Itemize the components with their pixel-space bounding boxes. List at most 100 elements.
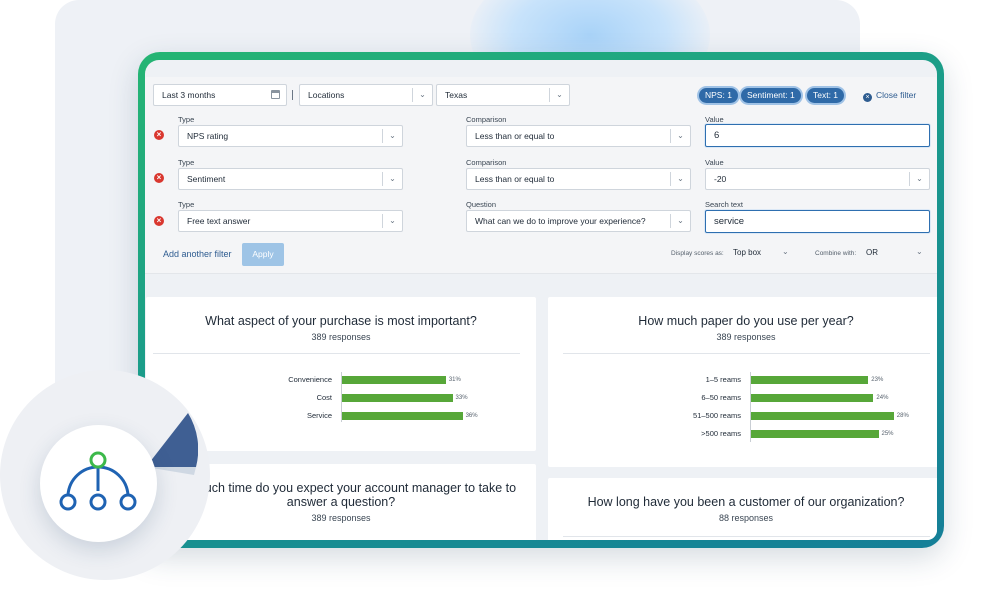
comparison-label: Comparison xyxy=(466,158,507,167)
bar-value-label: 36% xyxy=(465,413,478,419)
card-divider xyxy=(563,536,930,537)
state-value: Texas xyxy=(445,90,468,100)
locations-select[interactable]: Locations ⌄ xyxy=(299,84,433,106)
bar-chart: 1–5 reams 23% 6–50 reams 24% 51–500 reams 28%… xyxy=(548,297,937,467)
close-filter-button[interactable]: × Close filter xyxy=(863,90,916,102)
apply-button[interactable]: Apply xyxy=(242,243,284,266)
type-select[interactable]: Free text answer ⌄ xyxy=(178,210,403,232)
value-label: Value xyxy=(705,158,724,167)
type-label: Type xyxy=(178,200,195,209)
card-title: How long have you been a customer of our… xyxy=(587,495,905,509)
chevron-down-icon: ⌄ xyxy=(916,247,923,256)
question-card: What aspect of your purchase is most imp… xyxy=(146,297,536,451)
combine-select[interactable]: OR ⌄ xyxy=(864,245,926,261)
comparison-label: Comparison xyxy=(466,115,507,124)
bar-category-label: Service xyxy=(306,411,332,420)
response-count: 88 responses xyxy=(718,513,774,523)
date-range-value: Last 3 months xyxy=(162,90,216,100)
combine-label: Combine with: xyxy=(815,250,857,257)
close-filter-label: Close filter xyxy=(876,90,917,100)
bar-category-label: 1–5 reams xyxy=(705,375,741,384)
filter-divider xyxy=(292,90,293,100)
calendar-icon xyxy=(271,90,280,99)
bar-value-label: 31% xyxy=(448,377,461,383)
chevron-down-icon: ⌄ xyxy=(670,214,690,228)
card-title-line: How much time do you expect your account… xyxy=(165,481,517,495)
bar-value-label: 28% xyxy=(896,413,909,419)
remove-filter-icon[interactable]: × xyxy=(154,130,164,140)
bar-value-label: 24% xyxy=(876,395,889,401)
bar-category-label: 51–500 reams xyxy=(693,411,741,420)
response-count: 389 responses xyxy=(311,513,371,523)
type-label: Type xyxy=(178,158,195,167)
bar xyxy=(751,394,874,402)
logo-badge xyxy=(40,425,157,542)
bar xyxy=(342,394,453,402)
bar-category-label: >500 reams xyxy=(701,429,741,438)
chip-nps[interactable]: NPS: 1 xyxy=(699,88,738,103)
type-label: Type xyxy=(178,115,195,124)
bar-value-label: 23% xyxy=(871,377,884,383)
display-scores-label: Display scores as: xyxy=(671,250,724,257)
comparison-select[interactable]: Less than or equal to ⌄ xyxy=(466,125,691,147)
remove-filter-icon[interactable]: × xyxy=(154,216,164,226)
value-text: -20 xyxy=(714,174,727,184)
type-value: Free text answer xyxy=(187,216,251,226)
bar-value-label: 25% xyxy=(881,431,894,437)
close-circle-icon: × xyxy=(863,93,872,102)
chip-text[interactable]: Text: 1 xyxy=(807,88,845,103)
bar xyxy=(342,412,463,420)
type-select[interactable]: Sentiment ⌄ xyxy=(178,168,403,190)
chevron-down-icon: ⌄ xyxy=(412,88,432,102)
comparison-select[interactable]: Less than or equal to ⌄ xyxy=(466,168,691,190)
search-text-input[interactable]: service xyxy=(705,210,930,233)
comparison-value: Less than or equal to xyxy=(475,174,555,184)
chevron-down-icon: ⌄ xyxy=(909,172,929,186)
bar-category-label: 6–50 reams xyxy=(701,393,741,402)
card-title-line: answer a question? xyxy=(286,495,396,509)
remove-filter-icon[interactable]: × xyxy=(154,173,164,183)
bar-category-label: Cost xyxy=(316,393,332,402)
chevron-down-icon: ⌄ xyxy=(670,172,690,186)
type-value: Sentiment xyxy=(187,174,226,184)
comparison-value: Less than or equal to xyxy=(475,131,555,141)
date-range-select[interactable]: Last 3 months xyxy=(153,84,287,106)
chevron-down-icon: ⌄ xyxy=(549,88,569,102)
bar xyxy=(342,376,446,384)
display-scores-select[interactable]: Top box ⌄ xyxy=(731,245,793,261)
dashboard-screen: Last 3 months Locations ⌄ Texas ⌄ NPS: 1… xyxy=(145,77,937,540)
question-value: What can we do to improve your experienc… xyxy=(475,216,646,226)
chevron-down-icon: ⌄ xyxy=(782,247,789,256)
chevron-down-icon: ⌄ xyxy=(382,214,402,228)
value-select[interactable]: -20 ⌄ xyxy=(705,168,930,190)
locations-value: Locations xyxy=(308,90,345,100)
chip-sentiment[interactable]: Sentiment: 1 xyxy=(741,88,801,103)
value-input[interactable]: 6 xyxy=(705,124,930,147)
state-select[interactable]: Texas ⌄ xyxy=(436,84,570,106)
combine-value: OR xyxy=(866,248,878,257)
bar-value-label: 33% xyxy=(455,395,468,401)
question-select[interactable]: What can we do to improve your experienc… xyxy=(466,210,691,232)
bar xyxy=(751,412,894,420)
question-label: Question xyxy=(466,200,497,209)
search-text-label: Search text xyxy=(705,200,743,209)
add-filter-link[interactable]: Add another filter xyxy=(163,249,232,259)
value-text: 6 xyxy=(714,130,720,141)
type-value: NPS rating xyxy=(187,131,229,141)
chevron-down-icon: ⌄ xyxy=(670,129,690,143)
question-card: How long have you been a customer of our… xyxy=(548,478,937,540)
display-scores-value: Top box xyxy=(733,248,762,257)
page: Last 3 months Locations ⌄ Texas ⌄ NPS: 1… xyxy=(0,0,1000,613)
bar xyxy=(751,376,869,384)
bar-chart: Convenience 31% Cost 33% Service 36% xyxy=(146,297,536,451)
hierarchy-icon xyxy=(59,451,137,511)
type-select[interactable]: NPS rating ⌄ xyxy=(178,125,403,147)
value-label: Value xyxy=(705,115,724,124)
screen-top xyxy=(145,60,937,78)
question-card: How much paper do you use per year? 389 … xyxy=(548,297,937,467)
chevron-down-icon: ⌄ xyxy=(382,172,402,186)
bar xyxy=(751,430,879,438)
search-text-value: service xyxy=(714,216,745,227)
bar-category-label: Convenience xyxy=(288,375,332,384)
chevron-down-icon: ⌄ xyxy=(382,129,402,143)
